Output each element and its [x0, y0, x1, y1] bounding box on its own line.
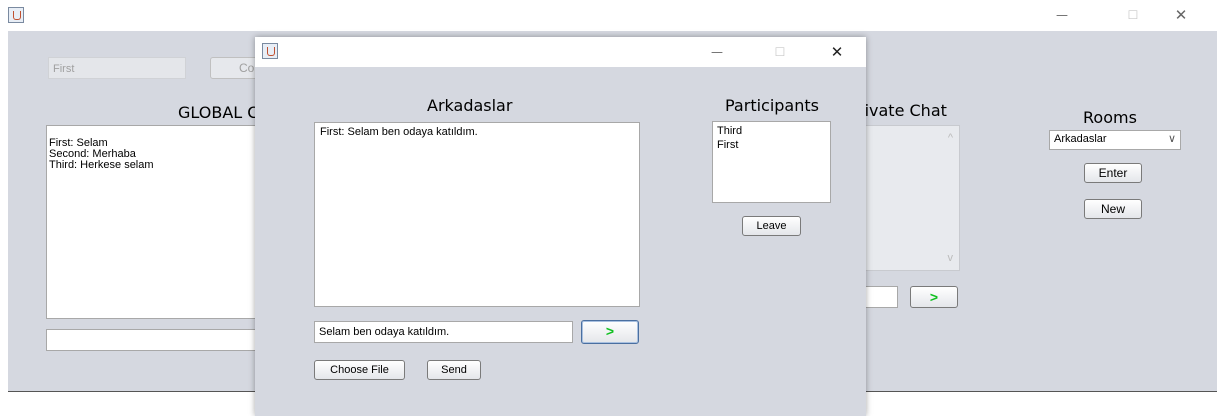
participant-item[interactable]: First	[717, 138, 826, 152]
chevron-down-icon: ∨	[1167, 133, 1176, 145]
dialog-title-bar[interactable]: — ☐ ✕	[255, 37, 866, 67]
java-cup-icon	[262, 43, 278, 59]
participants-title: Participants	[725, 96, 819, 115]
room-send-arrow-button[interactable]: >	[581, 320, 639, 344]
private-chat-title: rivate Chat	[858, 101, 947, 120]
enter-room-button[interactable]: Enter	[1084, 163, 1142, 183]
new-room-button[interactable]: New	[1084, 199, 1142, 219]
scroll-up-icon[interactable]: ^	[948, 132, 953, 144]
global-chat-title: GLOBAL C	[178, 103, 259, 122]
room-title: Arkadaslar	[427, 96, 513, 115]
choose-file-button[interactable]: Choose File	[314, 360, 405, 380]
room-message-input[interactable]: Selam ben odaya katıldım.	[314, 321, 573, 343]
java-cup-icon	[8, 7, 24, 23]
private-send-button[interactable]: >	[910, 286, 958, 308]
dialog-close-button[interactable]: ✕	[814, 37, 860, 67]
participant-item[interactable]: Third	[717, 124, 826, 138]
close-button[interactable]: ✕	[1158, 0, 1204, 30]
room-chat-messages: First: Selam ben odaya katıldım.	[314, 122, 640, 307]
rooms-dropdown-value: Arkadaslar	[1054, 133, 1107, 145]
private-chat-messages: ^ v	[858, 125, 960, 271]
send-file-button[interactable]: Send	[427, 360, 481, 380]
dialog-minimize-button[interactable]: —	[694, 37, 740, 67]
main-title-bar[interactable]: — ☐ ✕	[0, 0, 1225, 31]
rooms-dropdown[interactable]: Arkadaslar ∨	[1049, 130, 1181, 150]
scroll-down-icon[interactable]: v	[948, 252, 954, 264]
leave-room-button[interactable]: Leave	[742, 216, 801, 236]
rooms-title: Rooms	[1083, 108, 1137, 127]
participants-list: Third First	[712, 121, 831, 203]
username-field[interactable]: First	[48, 57, 186, 79]
maximize-button[interactable]: ☐	[1110, 0, 1156, 30]
dialog-maximize-button[interactable]: ☐	[757, 37, 803, 67]
message-line: First: Selam ben odaya katıldım.	[320, 126, 478, 138]
room-dialog: — ☐ ✕ Arkadaslar First: Selam ben odaya …	[255, 37, 866, 416]
minimize-button[interactable]: —	[1039, 0, 1085, 30]
